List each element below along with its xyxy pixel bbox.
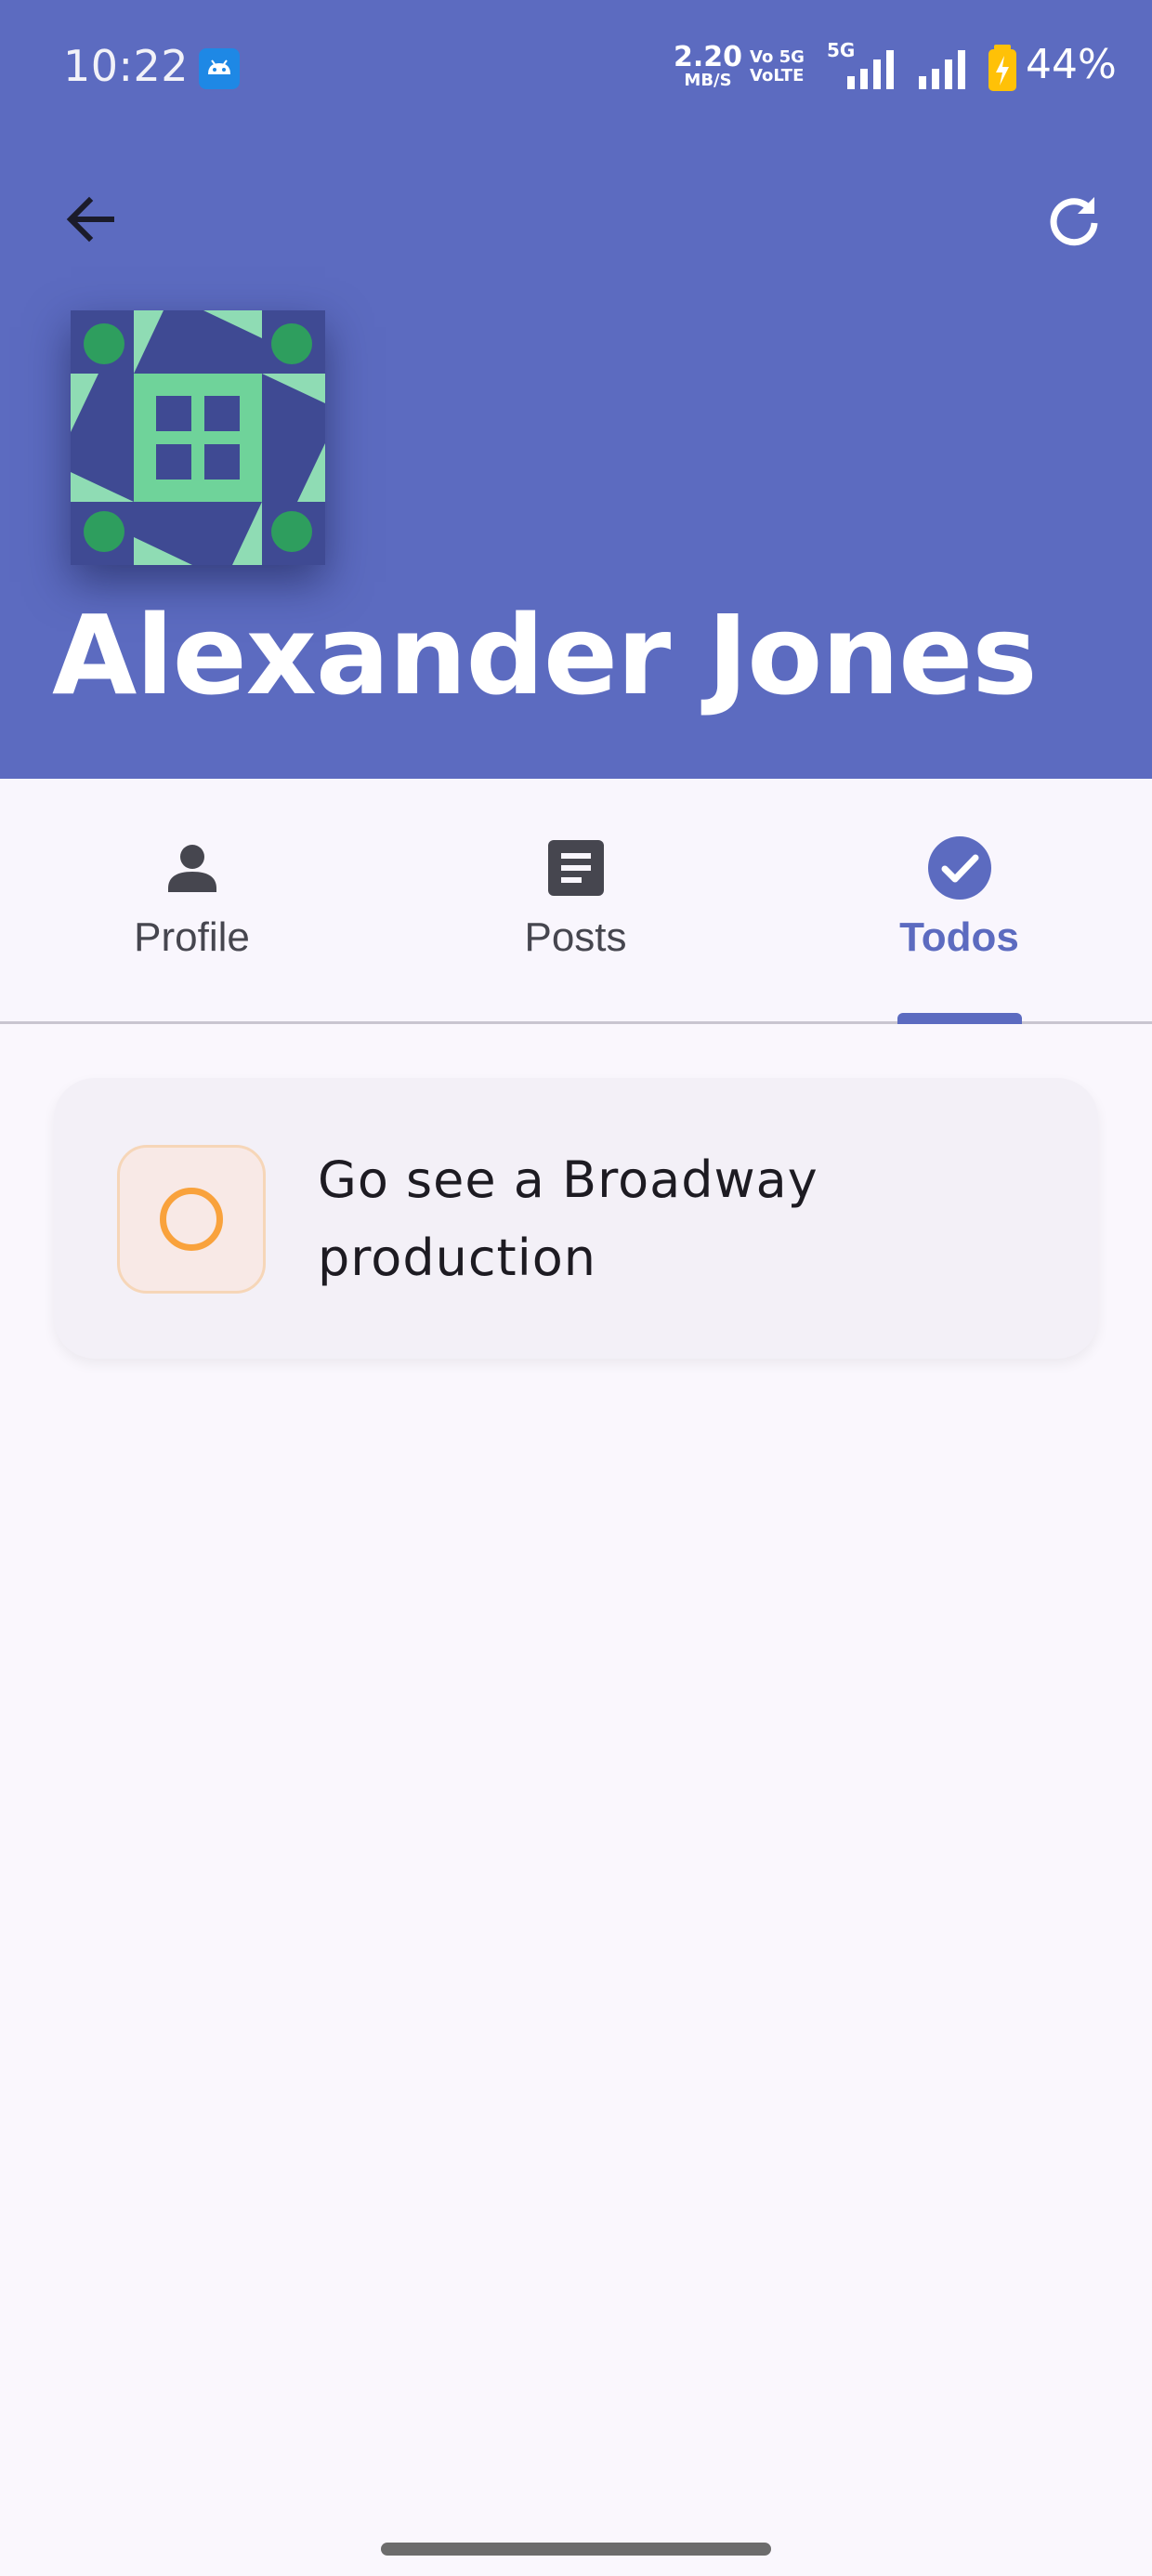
tab-bar: Profile Posts Todos <box>0 779 1152 1024</box>
signal-strength-icon <box>847 50 894 89</box>
todo-status-checkbox[interactable] <box>117 1145 266 1294</box>
person-icon <box>167 845 216 892</box>
android-notification-icon <box>199 48 240 89</box>
profile-header: 10:22 2.20 MB/S Vo 5G VoLTE 5G 44% Alexa… <box>0 0 1152 779</box>
article-icon <box>547 840 604 896</box>
network-speed-unit: MB/S <box>684 71 732 90</box>
check-circle-icon <box>927 836 991 900</box>
identicon-avatar <box>71 310 325 565</box>
signal-strength-2-icon <box>919 50 965 89</box>
network-speed-value: 2.20 <box>673 41 743 73</box>
user-name-title: Alexander Jones <box>52 591 1038 719</box>
volte-indicator: Vo 5G VoLTE <box>750 48 824 85</box>
todo-item[interactable]: Go see a Broadway production <box>54 1078 1098 1359</box>
battery-charging-icon <box>988 45 1016 91</box>
avatar <box>71 310 325 565</box>
home-indicator[interactable] <box>381 2543 771 2556</box>
tab-todos-label: Todos <box>899 914 1019 960</box>
battery-percent: 44% <box>1026 41 1117 88</box>
tab-posts[interactable]: Posts <box>384 779 767 1021</box>
volte-top-label: Vo 5G <box>750 47 805 67</box>
status-time: 10:22 <box>63 41 190 91</box>
arrow-left-icon <box>66 196 114 243</box>
user-detail-screen: 10:22 2.20 MB/S Vo 5G VoLTE 5G 44% Alexa… <box>0 0 1152 2576</box>
refresh-button[interactable] <box>1037 182 1111 256</box>
tab-posts-label: Posts <box>524 914 627 960</box>
active-tab-indicator <box>897 1013 1022 1024</box>
volte-bottom-label: VoLTE <box>750 66 805 85</box>
tab-todos[interactable]: Todos <box>767 779 1151 1021</box>
back-button[interactable] <box>54 182 128 256</box>
todo-title: Go see a Broadway production <box>318 1150 818 1287</box>
tab-profile[interactable]: Profile <box>0 779 384 1021</box>
pending-circle-icon <box>160 1188 223 1251</box>
status-bar: 10:22 2.20 MB/S Vo 5G VoLTE 5G 44% <box>0 0 1152 139</box>
network-speed: 2.20 MB/S <box>671 41 745 91</box>
refresh-icon <box>1050 197 1098 246</box>
tab-profile-label: Profile <box>134 914 250 960</box>
